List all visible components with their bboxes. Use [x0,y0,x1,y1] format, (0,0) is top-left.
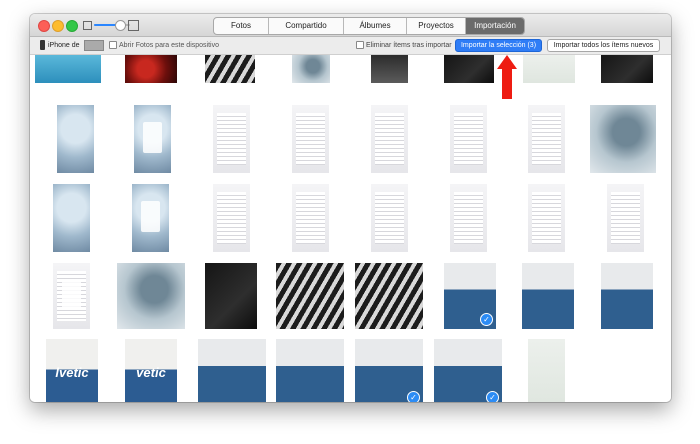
thumbnail-size-slider-knob[interactable] [115,20,126,31]
screenshot-dialog [62,279,81,310]
photo-thumbnail[interactable] [205,263,257,329]
photo-thumbnail[interactable] [292,55,330,83]
close-window-button[interactable] [38,20,50,32]
screenshot-content [374,113,405,165]
photo-thumbnail[interactable] [53,184,90,252]
photo-thumbnail[interactable] [134,105,171,173]
tab-importacion[interactable]: Importación [466,18,524,34]
photo-thumbnail[interactable] [355,263,423,329]
logo-artwork: lvetic [55,364,89,380]
photo-thumbnail[interactable] [371,105,408,173]
screenshot-content [374,192,405,244]
screenshot-content [295,192,326,244]
photo-thumbnail[interactable] [276,339,344,402]
photo-thumbnail[interactable] [213,105,250,173]
photo-thumbnail[interactable] [444,55,494,83]
photo-thumbnail[interactable] [528,105,565,173]
screenshot-content [453,113,484,165]
photo-thumbnail[interactable] [53,263,90,329]
photo-thumbnail[interactable] [371,55,408,83]
screenshot-content [453,192,484,244]
photo-thumbnail[interactable] [450,184,487,252]
open-photos-checkbox[interactable] [109,41,117,49]
photo-thumbnail[interactable] [528,339,565,402]
photo-thumbnail[interactable]: vetic [125,339,177,402]
import-selected-button[interactable]: Importar la selección (3) [455,39,542,52]
screenshot-content [216,192,247,244]
delete-after-import-checkbox[interactable] [356,41,364,49]
red-arrow-annotation [497,55,517,99]
thumbnail-large-icon [128,20,139,31]
photo-thumbnail[interactable] [213,184,250,252]
photo-thumbnail[interactable] [292,105,329,173]
device-name-redacted [84,40,104,51]
screenshot-dialog [143,122,162,153]
photo-thumbnail[interactable]: lvetic [46,339,98,402]
photo-thumbnail[interactable] [450,105,487,173]
screenshot-content [531,192,562,244]
import-all-new-button[interactable]: Importar todos los ítems nuevos [547,39,660,52]
photo-thumbnail[interactable] [528,184,565,252]
photo-thumbnail[interactable] [132,184,169,252]
tab-fotos[interactable]: Fotos [214,18,269,34]
screenshot-content [610,192,641,244]
selected-check-icon: ✓ [480,313,493,326]
screenshot-content [295,113,326,165]
photo-grid[interactable]: ✓ lvetic vetic ✓ ✓ [30,55,671,402]
photo-thumbnail[interactable]: ✓ [444,263,496,329]
import-toolbar: iPhone de Abrir Fotos para este disposit… [30,37,671,55]
selected-check-icon: ✓ [407,391,420,402]
photo-thumbnail[interactable]: ✓ [355,339,423,402]
screenshot-dialog [141,201,160,232]
thumbnail-small-icon [83,21,92,30]
open-photos-label: Abrir Fotos para este dispositivo [119,42,219,49]
photo-thumbnail[interactable] [607,184,644,252]
tab-compartido[interactable]: Compartido [269,18,344,34]
delete-after-import-label: Eliminar ítems tras importar [366,42,452,49]
zoom-window-button[interactable] [66,20,78,32]
title-bar: Fotos Compartido Álbumes Proyectos Impor… [30,14,671,37]
photo-thumbnail[interactable] [205,55,255,83]
photo-thumbnail[interactable] [522,263,574,329]
photos-window: Fotos Compartido Álbumes Proyectos Impor… [30,14,671,402]
photo-thumbnail[interactable] [35,55,101,83]
arrow-shaft [502,69,512,99]
photo-thumbnail[interactable] [125,55,177,83]
device-name-label: iPhone de [48,42,80,49]
minimize-window-button[interactable] [52,20,64,32]
photo-thumbnail[interactable] [523,55,575,83]
photo-thumbnail[interactable] [601,263,653,329]
photo-thumbnail[interactable] [371,184,408,252]
selected-check-icon: ✓ [486,391,499,402]
photo-thumbnail[interactable] [292,184,329,252]
photo-thumbnail[interactable] [198,339,266,402]
photo-thumbnail[interactable]: ✓ [434,339,502,402]
view-tabs: Fotos Compartido Álbumes Proyectos Impor… [213,17,525,35]
iphone-icon [40,40,45,50]
screenshot-content [216,113,247,165]
screenshot-content [531,113,562,165]
photo-thumbnail[interactable] [601,55,653,83]
photo-thumbnail[interactable] [590,105,656,173]
logo-artwork: vetic [136,364,166,380]
tab-proyectos[interactable]: Proyectos [407,18,466,34]
photo-thumbnail[interactable] [117,263,185,329]
tab-albumes[interactable]: Álbumes [344,18,407,34]
photo-thumbnail[interactable] [57,105,94,173]
photo-thumbnail[interactable] [276,263,344,329]
arrow-head [497,55,517,69]
